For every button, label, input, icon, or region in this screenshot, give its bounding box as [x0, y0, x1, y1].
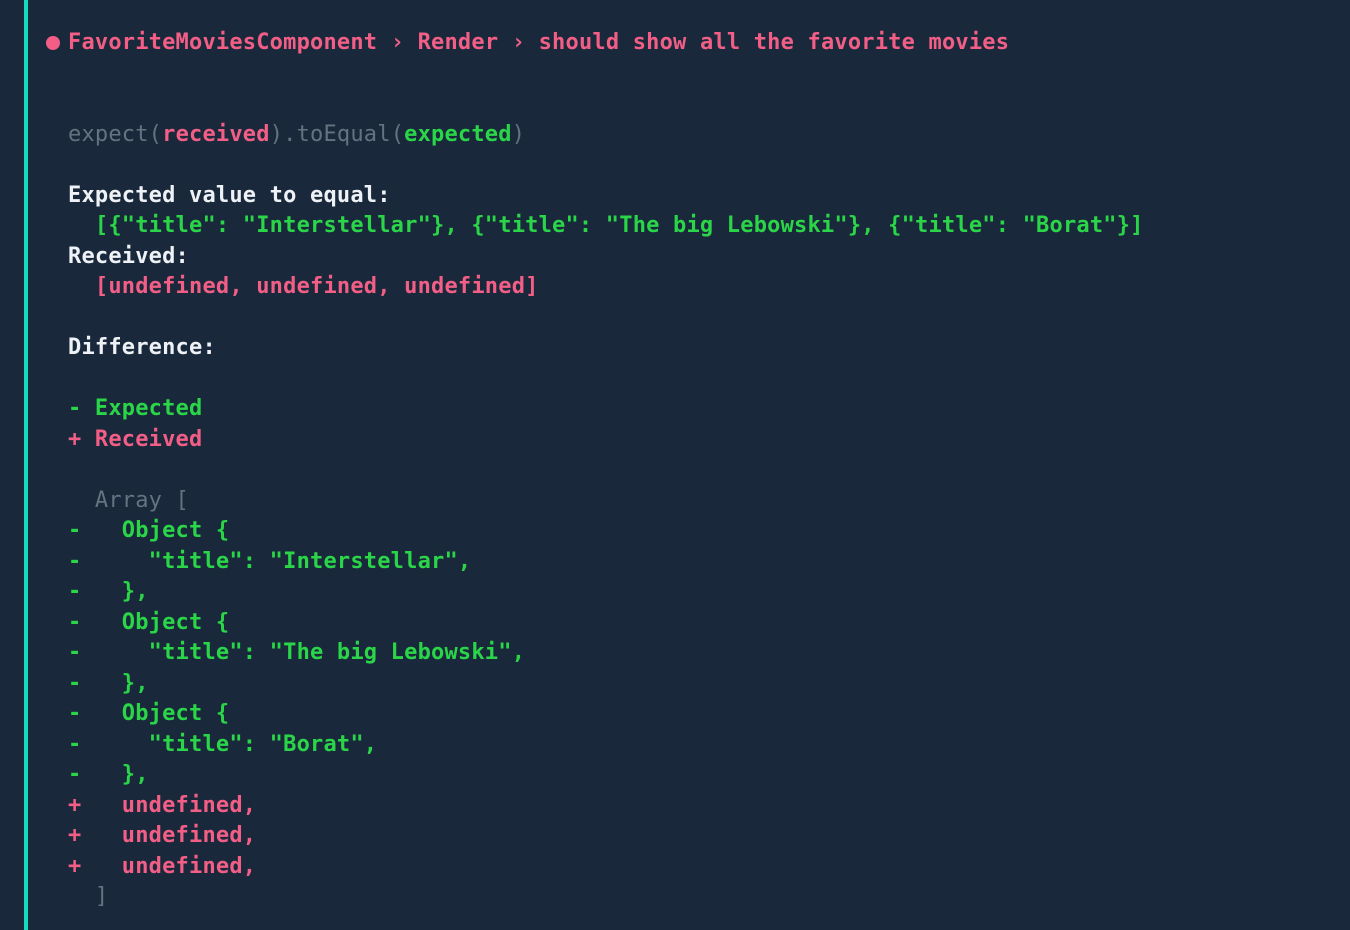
- matcher-open: toEqual(: [297, 122, 405, 147]
- test-title-line: FavoriteMoviesComponent › Render › shoul…: [68, 28, 1144, 59]
- crumb-sep: ›: [498, 28, 538, 59]
- received-value: [undefined, undefined, undefined]: [68, 274, 539, 299]
- expected-label: Expected value to equal:: [68, 183, 391, 208]
- legend-received: + Received: [68, 427, 202, 452]
- diff-minus-line: - Object {: [68, 701, 229, 726]
- difference-label: Difference:: [68, 335, 216, 360]
- crumb-2: should show all the favorite movies: [539, 28, 1010, 59]
- expected-value: [{"title": "Interstellar"}, {"title": "T…: [68, 213, 1144, 238]
- diff-minus-line: - Object {: [68, 518, 229, 543]
- diff-minus-line: - },: [68, 671, 149, 696]
- array-close: ]: [68, 884, 108, 909]
- blank-line: [68, 366, 81, 391]
- received-token: received: [162, 122, 270, 147]
- blank-line: [68, 91, 81, 116]
- crumb-sep: ›: [377, 28, 417, 59]
- blank-line: [68, 305, 81, 330]
- crumb-0: FavoriteMoviesComponent: [68, 28, 377, 59]
- terminal-output: FavoriteMoviesComponent › Render › shoul…: [0, 0, 1350, 930]
- assertion-line: expect(received).toEqual(expected): [68, 122, 525, 147]
- expect-close-dot: ).: [270, 122, 297, 147]
- legend-expected: - Expected: [68, 396, 202, 421]
- diff-minus-line: - },: [68, 579, 149, 604]
- received-label: Received:: [68, 244, 189, 269]
- blank-line: [68, 457, 81, 482]
- diff-plus-line: + undefined,: [68, 823, 256, 848]
- diff-minus-line: - "title": "Interstellar",: [68, 549, 471, 574]
- matcher-close: ): [512, 122, 525, 147]
- diff-minus-line: - "title": "Borat",: [68, 732, 377, 757]
- diff-plus-line: + undefined,: [68, 793, 256, 818]
- crumb-1: Render: [418, 28, 499, 59]
- expect-open: expect(: [68, 122, 162, 147]
- diff-plus-line: + undefined,: [68, 854, 256, 879]
- status-dot-icon: [46, 36, 60, 50]
- array-open: Array [: [68, 488, 189, 513]
- diff-minus-line: - },: [68, 762, 149, 787]
- diff-minus-line: - "title": "The big Lebowski",: [68, 640, 525, 665]
- test-failure-body: FavoriteMoviesComponent › Render › shoul…: [28, 0, 1164, 930]
- diff-minus-line: - Object {: [68, 610, 229, 635]
- expected-token: expected: [404, 122, 512, 147]
- blank-line: [68, 152, 81, 177]
